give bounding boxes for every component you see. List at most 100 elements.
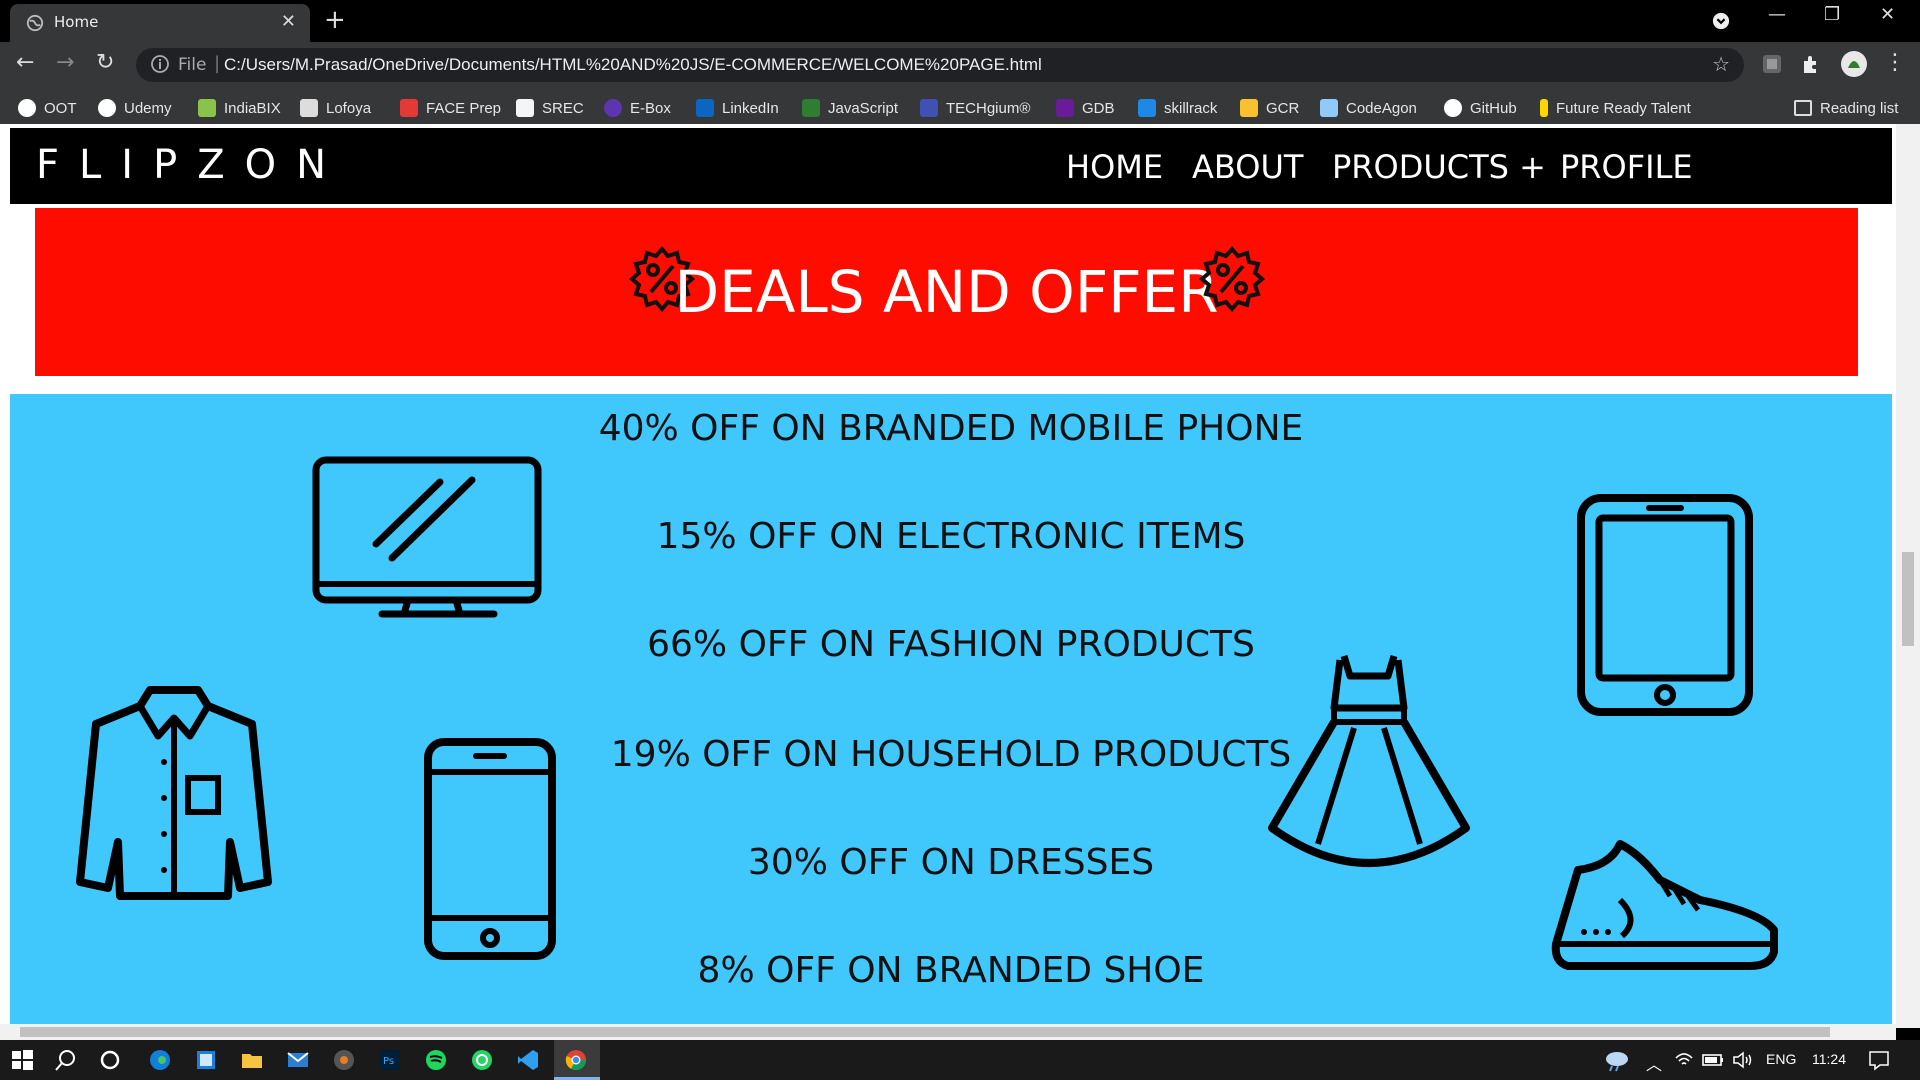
address-scheme-label: File [178, 55, 207, 75]
horizontal-scrollbar[interactable] [0, 1024, 1896, 1040]
page-viewport: FLIPZON HOME ABOUT PRODUCTS + PROFILE DE… [0, 124, 1920, 1028]
offers-section: 40% OFF ON BRANDED MOBILE PHONE 15% OFF … [10, 394, 1892, 1028]
battery-icon[interactable] [1702, 1048, 1724, 1072]
mail-icon[interactable] [286, 1048, 310, 1072]
puzzle-icon[interactable] [1800, 52, 1824, 76]
windows-taskbar: Ps ︿ ENG 11:24 [0, 1040, 1920, 1080]
notification-icon[interactable] [1868, 1048, 1890, 1072]
address-url[interactable]: C:/Users/M.Prasad/OneDrive/Documents/HTM… [224, 55, 1042, 75]
avatar[interactable] [1840, 50, 1868, 78]
address-bar[interactable]: File | C:/Users/M.Prasad/OneDrive/Docume… [136, 48, 1744, 82]
reading-list-icon [1794, 100, 1812, 116]
tab-search-icon[interactable] [1712, 12, 1730, 30]
chrome-icon[interactable] [564, 1048, 588, 1072]
bookmark-favicon-icon [604, 99, 622, 117]
globe-icon [26, 14, 44, 32]
svg-text:Ps: Ps [383, 1056, 394, 1067]
tablet-icon [1577, 494, 1753, 716]
back-button[interactable]: ← [16, 50, 34, 75]
edge-icon[interactable] [148, 1048, 172, 1072]
folder-icon[interactable] [240, 1048, 264, 1072]
nav-products-link[interactable]: PRODUCTS + [1332, 148, 1546, 186]
media-player-icon[interactable] [332, 1048, 356, 1072]
windows-start-icon[interactable] [10, 1048, 34, 1072]
nav-home-link[interactable]: HOME [1066, 148, 1163, 186]
bookmark-favicon-icon [802, 99, 820, 117]
tray-chevron-icon[interactable]: ︿ [1646, 1051, 1662, 1075]
bookmark-item[interactable]: OOT [18, 97, 77, 119]
reload-button[interactable]: ↻ [96, 50, 114, 75]
bookmark-item[interactable]: LinkedIn [696, 97, 779, 119]
bookmark-favicon-icon [516, 99, 534, 117]
browser-titlebar: Home ✕ + — ❐ ✕ [0, 0, 1920, 42]
menu-kebab-icon[interactable]: ⋮ [1884, 50, 1906, 75]
search-icon[interactable] [54, 1048, 78, 1072]
new-tab-button[interactable]: + [324, 5, 346, 35]
offer-line: 19% OFF ON HOUSEHOLD PRODUCTS [610, 734, 1292, 775]
tab-title: Home [54, 13, 99, 31]
tab-close-icon[interactable]: ✕ [281, 11, 296, 32]
bookmark-item[interactable]: CodeAgon [1320, 97, 1417, 119]
vertical-scrollbar[interactable] [1896, 124, 1920, 1028]
bookmark-favicon-icon [1056, 99, 1074, 117]
bookmark-favicon-icon [300, 99, 318, 117]
bookmark-item[interactable]: Udemy [98, 97, 172, 119]
browser-toolbar: ← → ↻ File | C:/Users/M.Prasad/OneDrive/… [0, 42, 1920, 88]
nav-about-link[interactable]: ABOUT [1192, 148, 1303, 186]
photos-icon[interactable] [194, 1048, 218, 1072]
scrollbar-thumb[interactable] [1902, 552, 1914, 646]
bookmark-item[interactable]: SREC [516, 97, 584, 119]
site-logo[interactable]: FLIPZON [36, 142, 346, 188]
minimize-button[interactable]: — [1768, 4, 1786, 25]
television-icon [312, 456, 542, 618]
shoe-icon [1551, 840, 1778, 970]
bookmark-favicon-icon [920, 99, 938, 117]
percent-badge-icon [1199, 246, 1265, 312]
close-window-button[interactable]: ✕ [1880, 4, 1895, 25]
photoshop-icon[interactable]: Ps [378, 1048, 402, 1072]
bookmark-favicon-icon [1540, 99, 1548, 117]
spotify-icon[interactable] [424, 1048, 448, 1072]
bookmark-favicon-icon [1240, 99, 1258, 117]
site-navbar: FLIPZON HOME ABOUT PRODUCTS + PROFILE [10, 128, 1892, 204]
bookmark-favicon-icon [696, 99, 714, 117]
bookmark-item[interactable]: GDB [1056, 97, 1115, 119]
volume-icon[interactable] [1732, 1048, 1754, 1072]
browser-tab[interactable]: Home ✕ [10, 4, 310, 42]
whatsapp-icon[interactable] [470, 1048, 494, 1072]
info-icon[interactable] [150, 54, 170, 74]
task-view-icon[interactable] [98, 1048, 122, 1072]
bookmark-item[interactable]: Lofoya [300, 97, 371, 119]
bookmark-item[interactable]: JavaScript [802, 97, 898, 119]
bookmark-item[interactable]: Future Ready Talent [1540, 97, 1691, 119]
bookmark-favicon-icon [98, 99, 116, 117]
forward-button[interactable]: → [56, 50, 74, 75]
bookmark-favicon-icon [1138, 99, 1156, 117]
bookmarks-bar: OOT Udemy IndiaBIX Lofoya FACE Prep SREC… [0, 88, 1920, 124]
nav-profile-link[interactable]: PROFILE [1560, 148, 1693, 186]
weather-icon[interactable] [1602, 1048, 1630, 1072]
bookmark-star-icon[interactable]: ☆ [1712, 52, 1730, 76]
bookmark-item[interactable]: GCR [1240, 97, 1299, 119]
bookmark-item[interactable]: E-Box [604, 97, 671, 119]
restore-button[interactable]: ❐ [1824, 4, 1840, 25]
dress-icon [1268, 654, 1470, 867]
bookmark-item[interactable]: GitHub [1444, 97, 1517, 119]
mobile-phone-icon [424, 738, 556, 960]
bookmark-item[interactable]: FACE Prep [400, 97, 501, 119]
bookmark-item[interactable]: TECHgium® [920, 97, 1030, 119]
language-indicator[interactable]: ENG [1766, 1051, 1796, 1067]
shirt-icon [76, 686, 272, 900]
clock[interactable]: 11:24 [1812, 1051, 1846, 1067]
bookmark-item[interactable]: skillrack [1138, 97, 1217, 119]
extension-icon[interactable] [1760, 52, 1784, 76]
bookmark-item[interactable]: IndiaBIX [198, 97, 281, 119]
scrollbar-thumb[interactable] [20, 1027, 1830, 1037]
offer-line: 40% OFF ON BRANDED MOBILE PHONE [598, 408, 1304, 449]
wifi-icon[interactable] [1674, 1048, 1694, 1072]
deals-banner: DEALS AND OFFER [35, 208, 1858, 376]
bookmark-favicon-icon [18, 99, 36, 117]
reading-list-button[interactable]: Reading list [1794, 97, 1898, 119]
bookmark-favicon-icon [198, 99, 216, 117]
vscode-icon[interactable] [516, 1048, 540, 1072]
